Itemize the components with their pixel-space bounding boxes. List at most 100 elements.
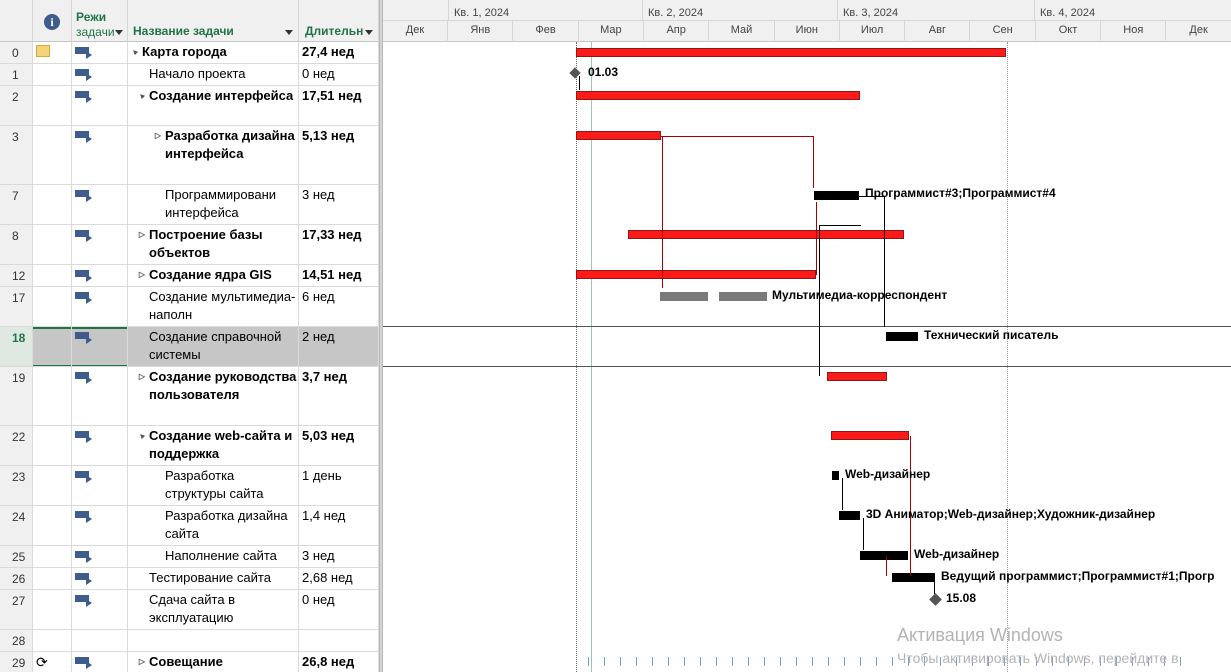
row-id[interactable]: 26: [0, 568, 33, 590]
task-duration[interactable]: 5,13 нед: [299, 126, 379, 185]
task-bar-25[interactable]: [860, 551, 908, 560]
task-mode-cell[interactable]: [72, 630, 128, 652]
row-id[interactable]: 12: [0, 265, 33, 287]
task-name-cell[interactable]: ▲ Карта города: [128, 42, 299, 64]
task-duration[interactable]: 26,8 нед: [299, 652, 379, 672]
task-name-cell[interactable]: Создание мультимедиа-наполн: [128, 287, 299, 327]
milestone-end-label[interactable]: 15.08: [946, 591, 976, 605]
table-row[interactable]: 1 Начало проекта 0 нед: [0, 64, 379, 86]
task-duration[interactable]: 5,03 нед: [299, 426, 379, 466]
task-name-cell[interactable]: Начало проекта: [128, 64, 299, 86]
task-mode-cell[interactable]: [72, 265, 128, 287]
task-name-cell[interactable]: Программировани интерфейса: [128, 185, 299, 225]
table-row[interactable]: 12 ▷ Создание ядра GIS 14,51 нед: [0, 265, 379, 287]
task-duration[interactable]: 3 нед: [299, 185, 379, 225]
summary-bar-12[interactable]: [576, 270, 816, 279]
row-id[interactable]: 7: [0, 185, 33, 225]
table-row[interactable]: 29 ⟳ ▷ Совещание 26,8 нед: [0, 652, 379, 672]
task-duration[interactable]: 2 нед: [299, 327, 379, 367]
duration-filter-dropdown-icon[interactable]: [365, 30, 373, 35]
summary-bar-8[interactable]: [628, 230, 904, 239]
gantt-chart[interactable]: Кв. 1, 2024 Кв. 2, 2024 Кв. 3, 2024 Кв. 4, …: [383, 0, 1231, 672]
task-name-cell[interactable]: ▲ Создание интерфейса: [128, 86, 299, 126]
expand-toggle-icon[interactable]: ▷: [135, 368, 149, 386]
row-id[interactable]: 3: [0, 126, 33, 185]
task-bar-26[interactable]: [892, 573, 935, 582]
task-duration[interactable]: 1,4 нед: [299, 506, 379, 546]
task-name-cell[interactable]: ▷ Совещание: [128, 652, 299, 672]
table-row[interactable]: 27 Сдача сайта в эксплуатацию 0 нед: [0, 590, 379, 630]
task-name-cell[interactable]: Создание справочной системы: [128, 327, 299, 367]
note-icon[interactable]: [36, 45, 50, 57]
task-bar-24[interactable]: [839, 511, 860, 520]
task-bar-17b[interactable]: [719, 292, 767, 301]
task-mode-cell[interactable]: [72, 652, 128, 672]
row-id[interactable]: 1: [0, 64, 33, 86]
indicators-column-header[interactable]: i: [33, 0, 72, 42]
table-row[interactable]: 23 Разработка структуры сайта 1 день: [0, 466, 379, 506]
task-mode-cell[interactable]: [72, 568, 128, 590]
row-id[interactable]: 17: [0, 287, 33, 327]
table-row[interactable]: 28: [0, 630, 379, 652]
task-duration[interactable]: 0 нед: [299, 590, 379, 630]
task-mode-cell[interactable]: [72, 64, 128, 86]
row-id[interactable]: 19: [0, 367, 33, 426]
task-duration[interactable]: 17,51 нед: [299, 86, 379, 126]
row-id[interactable]: 8: [0, 225, 33, 265]
task-mode-cell[interactable]: [72, 225, 128, 265]
milestone-start-label[interactable]: 01.03: [588, 65, 618, 79]
task-name-cell[interactable]: Сдача сайта в эксплуатацию: [128, 590, 299, 630]
task-mode-cell[interactable]: [72, 546, 128, 568]
expand-toggle-icon[interactable]: ▷: [151, 127, 165, 145]
summary-bar-0[interactable]: [576, 48, 1006, 57]
task-name-cell[interactable]: ▷ Построение базы объектов: [128, 225, 299, 265]
table-row[interactable]: 3 ▷ Разработка дизайна интерфейса 5,13 нед: [0, 126, 379, 185]
table-row[interactable]: 22 ▲ Создание web-сайта и поддержка 5,03 не…: [0, 426, 379, 466]
expand-toggle-icon[interactable]: ▷: [135, 266, 149, 284]
task-mode-cell[interactable]: [72, 506, 128, 546]
name-filter-dropdown-icon[interactable]: [285, 30, 293, 35]
row-id[interactable]: 25: [0, 546, 33, 568]
summary-bar-2[interactable]: [576, 91, 860, 100]
task-duration[interactable]: 1 день: [299, 466, 379, 506]
task-mode-cell[interactable]: [72, 126, 128, 185]
table-row[interactable]: 25 Наполнение сайта 3 нед: [0, 546, 379, 568]
task-mode-cell[interactable]: [72, 590, 128, 630]
task-mode-cell[interactable]: [72, 466, 128, 506]
task-bar-18[interactable]: [886, 332, 918, 341]
expand-toggle-icon[interactable]: ▷: [135, 653, 149, 671]
table-row[interactable]: 8 ▷ Построение базы объектов 17,33 нед: [0, 225, 379, 265]
table-row[interactable]: 24 Разработка дизайна сайта 1,4 нед: [0, 506, 379, 546]
table-row[interactable]: 18 Создание справочной системы 2 нед: [0, 327, 379, 367]
task-name-cell[interactable]: ▷ Создание руководства пользователя: [128, 367, 299, 426]
task-mode-cell[interactable]: [72, 287, 128, 327]
task-duration[interactable]: 14,51 нед: [299, 265, 379, 287]
task-name-cell[interactable]: Разработка дизайна сайта: [128, 506, 299, 546]
row-id[interactable]: 24: [0, 506, 33, 546]
row-id[interactable]: 29: [0, 652, 33, 672]
mode-filter-dropdown-icon[interactable]: [115, 30, 123, 35]
task-duration[interactable]: [299, 630, 379, 652]
summary-bar-19[interactable]: [827, 372, 887, 381]
task-bar-17a[interactable]: [660, 292, 708, 301]
expand-toggle-icon[interactable]: ▷: [135, 226, 149, 244]
task-bar-7[interactable]: [814, 191, 859, 200]
task-duration[interactable]: 6 нед: [299, 287, 379, 327]
task-bar-23[interactable]: [832, 471, 839, 480]
row-id[interactable]: 2: [0, 86, 33, 126]
milestone-27[interactable]: [929, 593, 942, 606]
task-name-cell[interactable]: ▲ Создание web-сайта и поддержка: [128, 426, 299, 466]
table-row[interactable]: 17 Создание мультимедиа-наполн 6 нед: [0, 287, 379, 327]
table-row[interactable]: 7 Программировани интерфейса 3 нед: [0, 185, 379, 225]
task-duration[interactable]: 3,7 нед: [299, 367, 379, 426]
task-duration[interactable]: 27,4 нед: [299, 42, 379, 64]
duration-column-header[interactable]: Длительн: [299, 0, 379, 42]
row-id[interactable]: 28: [0, 630, 33, 652]
task-duration[interactable]: 0 нед: [299, 64, 379, 86]
task-mode-cell[interactable]: [72, 86, 128, 126]
table-row[interactable]: 26 Тестирование сайта 2,68 нед: [0, 568, 379, 590]
row-id[interactable]: 0: [0, 42, 33, 64]
task-name-cell[interactable]: [128, 630, 299, 652]
row-id[interactable]: 22: [0, 426, 33, 466]
task-name-cell[interactable]: ▷ Разработка дизайна интерфейса: [128, 126, 299, 185]
